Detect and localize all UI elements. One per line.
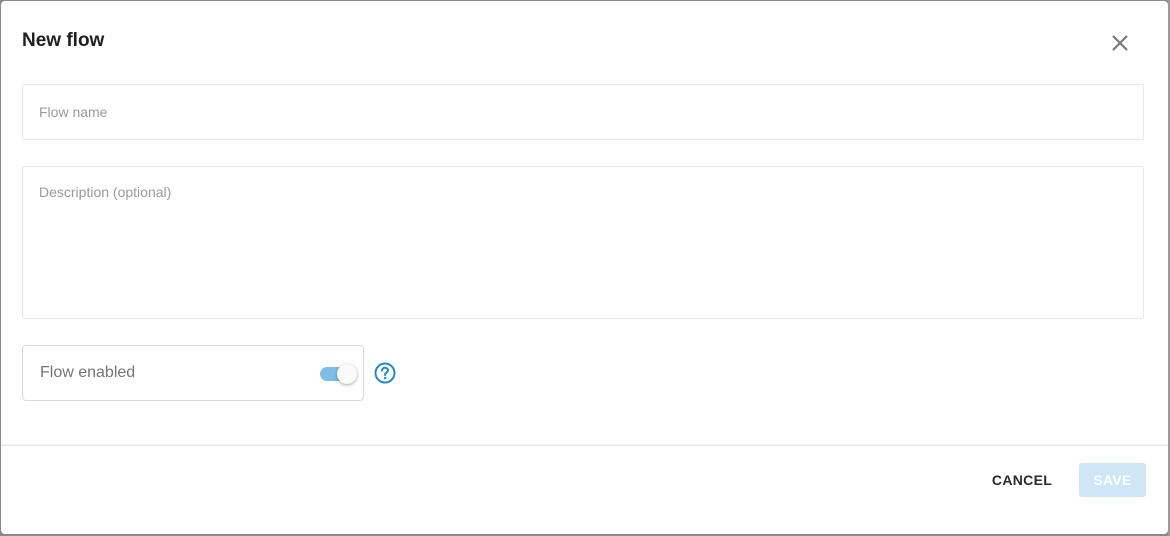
dialog-title: New flow: [22, 30, 105, 51]
close-icon: [1112, 35, 1128, 51]
footer-divider: [1, 445, 1168, 446]
new-flow-dialog: New flow Flow enabled CANCEL SAVE: [1, 1, 1168, 534]
flow-enabled-box: Flow enabled: [22, 345, 364, 401]
help-button[interactable]: [374, 362, 396, 384]
save-button[interactable]: SAVE: [1079, 463, 1146, 497]
cancel-button[interactable]: CANCEL: [983, 463, 1061, 497]
flow-name-input[interactable]: [23, 85, 1143, 139]
flow-name-field: [22, 84, 1144, 140]
description-field: [22, 166, 1144, 319]
close-button[interactable]: [1105, 28, 1135, 58]
description-input[interactable]: [23, 167, 1143, 318]
flow-enabled-toggle[interactable]: [319, 364, 359, 384]
toggle-thumb: [337, 364, 357, 384]
help-circle-icon: [374, 362, 396, 384]
flow-enabled-label: Flow enabled: [40, 364, 136, 381]
